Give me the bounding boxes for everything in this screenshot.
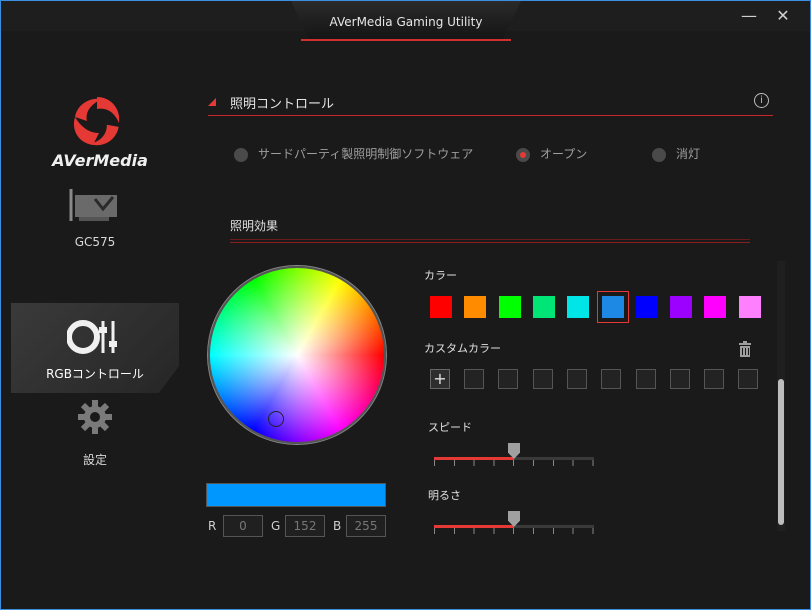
scrollbar-thumb[interactable] [778,379,784,525]
color-swatch[interactable] [704,296,727,318]
sidebar-item-gc575[interactable]: GC575 [11,181,179,261]
color-swatch[interactable] [464,296,487,318]
window-title: AVerMedia Gaming Utility [329,15,483,29]
section-title: 照明コントロール [230,97,335,112]
collapse-triangle-icon[interactable] [208,98,216,106]
custom-color-slot[interactable] [498,369,519,389]
trash-icon[interactable] [738,341,752,357]
g-label: G [271,519,281,533]
gear-icon [78,400,112,434]
minimize-button[interactable]: — [739,7,759,25]
custom-color-slot[interactable] [601,369,622,389]
divider [230,242,750,243]
avermedia-logo: AVerMedia [45,93,155,173]
b-label: B [333,519,342,533]
app-window: AVerMedia Gaming Utility — ✕ AVerMedia G… [0,0,811,610]
color-swatch[interactable] [430,296,452,318]
main-panel: 照明コントロール i サードパーティ製照明制御ソフトウェア オープン 消灯 照明… [196,81,786,601]
brand-wordmark: AVerMedia [52,151,148,170]
color-preview [206,483,386,507]
sidebar-item-label: RGBコントロール [46,367,144,381]
add-custom-color-button[interactable]: + [430,369,450,389]
radio-off[interactable]: 消灯 [652,145,700,162]
sidebar-item-settings[interactable]: 設定 [11,393,179,473]
color-wheel[interactable] [208,266,386,444]
lighting-effect-header: 照明効果 [230,215,750,243]
sidebar: AVerMedia GC575 RGBコントロール 設定 [1,31,181,609]
custom-color-slot[interactable] [738,369,759,389]
custom-color-slot[interactable] [532,369,553,389]
color-swatch[interactable] [532,296,555,318]
custom-color-slot[interactable] [704,369,725,389]
radio-label: オープン [540,147,588,161]
color-swatch[interactable] [498,296,521,318]
r-input[interactable]: 0 [223,515,263,537]
slider-ticks [434,460,594,466]
custom-color-slot[interactable] [566,369,587,389]
rgb-control-icon [67,320,117,354]
sidebar-item-label: GC575 [74,235,116,249]
brightness-slider[interactable] [434,511,594,535]
radio-label: 消灯 [676,147,701,161]
color-swatch[interactable] [567,296,590,318]
speed-label: スピード [428,421,472,434]
color-picker-handle[interactable] [268,411,284,427]
radio-open[interactable]: オープン [516,145,587,162]
capture-card-icon [69,189,117,221]
sidebar-item-rgb-control[interactable]: RGBコントロール [11,303,179,393]
speed-slider[interactable] [434,443,594,467]
color-swatch[interactable] [738,296,761,318]
custom-color-slot[interactable] [464,369,484,389]
custom-color-label: カスタムカラー [424,342,501,355]
color-swatch[interactable] [670,296,693,318]
logo-swirl-icon [73,97,120,146]
sidebar-item-label: 設定 [82,453,107,467]
brightness-label: 明るさ [428,489,461,502]
radio-third-party[interactable]: サードパーティ製照明制御ソフトウェア [234,145,473,162]
custom-color-slot[interactable] [669,369,690,389]
title-accent-line [301,39,511,41]
r-label: R [208,519,217,533]
custom-color-slot[interactable] [635,369,656,389]
radio-dot-selected [516,147,530,162]
lighting-control-header: 照明コントロール i [208,93,773,116]
color-swatch[interactable] [596,291,629,323]
color-label: カラー [424,269,457,282]
close-button[interactable]: ✕ [773,7,793,25]
info-icon[interactable]: i [754,93,769,108]
radio-dot [652,147,666,162]
g-input[interactable]: 152 [285,515,325,537]
b-input[interactable]: 255 [346,515,386,537]
radio-label: サードパーティ製照明制御ソフトウェア [258,147,474,161]
radio-dot [234,147,248,162]
subsection-title: 照明効果 [230,219,279,233]
color-swatch[interactable] [635,296,658,318]
slider-ticks [434,528,594,534]
